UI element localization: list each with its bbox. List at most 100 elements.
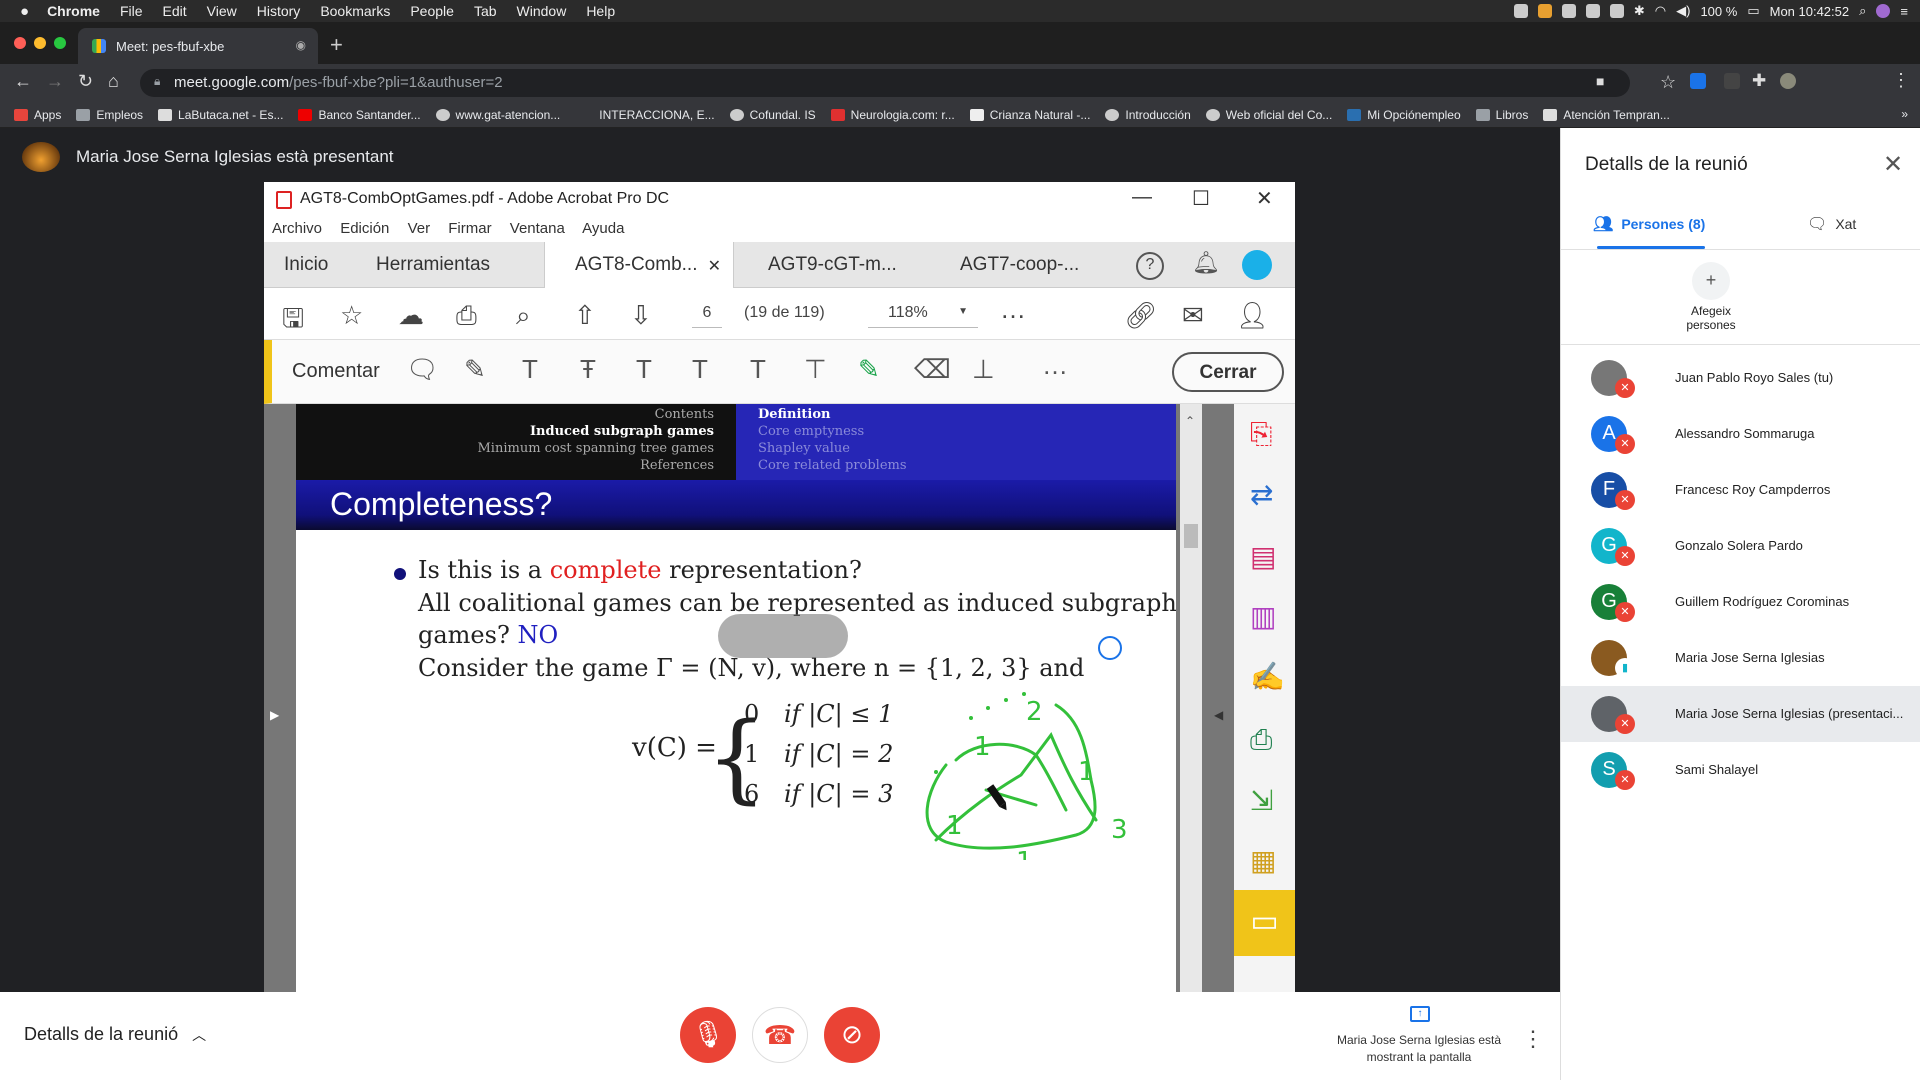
participant-row[interactable]: S ✕ Sami Shalayel: [1561, 742, 1920, 798]
menu-people[interactable]: People: [410, 3, 454, 19]
battery-percent[interactable]: 100 %: [1700, 4, 1737, 19]
participant-row[interactable]: ✕ Maria Jose Serna Iglesias (presentaci..…: [1561, 686, 1920, 742]
reload-icon[interactable]: ↻: [78, 71, 93, 92]
bookmark-item[interactable]: Banco Santander...: [298, 108, 421, 122]
home-icon[interactable]: ⌂: [108, 71, 119, 92]
right-panel-toggle-icon[interactable]: ◀: [1214, 708, 1223, 722]
spotlight-icon[interactable]: ⌕: [1859, 3, 1866, 19]
tab-inicio[interactable]: Inicio: [284, 242, 328, 288]
acrobat-menu-archivo[interactable]: Archivo: [272, 220, 322, 237]
menu-view[interactable]: View: [207, 3, 237, 19]
help-icon[interactable]: ?: [1136, 252, 1164, 280]
acrobat-menu-ver[interactable]: Ver: [408, 220, 431, 237]
eraser-icon[interactable]: ⌫: [914, 354, 951, 385]
bookmark-item[interactable]: LaButaca.net - Es...: [158, 108, 283, 122]
upload-cloud-icon[interactable]: ☁: [398, 300, 424, 331]
present-screen-icon[interactable]: ↑: [1410, 1006, 1430, 1022]
bluetooth-icon[interactable]: ✱: [1634, 3, 1645, 19]
presenting-status-text[interactable]: Maria Jose Serna Iglesias està mostrant …: [1334, 1032, 1504, 1066]
zoom-window-button[interactable]: [54, 37, 66, 49]
page-up-icon[interactable]: ⇧: [574, 300, 596, 331]
scrollbar-thumb[interactable]: [1184, 524, 1198, 548]
tab-document[interactable]: AGT7-coop-...: [960, 242, 1079, 288]
annotation-marker-icon[interactable]: [1098, 636, 1122, 660]
bookmark-apps[interactable]: Apps: [14, 108, 61, 122]
menu-help[interactable]: Help: [586, 3, 615, 19]
tab-active-document[interactable]: AGT8-Comb... ✕: [544, 242, 734, 288]
browser-tab[interactable]: Meet: pes-fbuf-xbe ◉: [78, 28, 318, 64]
text-strikethrough-icon[interactable]: Ŧ: [580, 354, 596, 385]
acrobat-menu-ventana[interactable]: Ventana: [510, 220, 565, 237]
clock[interactable]: Mon 10:42:52: [1770, 4, 1850, 19]
bookmark-item[interactable]: Introducción: [1105, 108, 1191, 122]
participant-row[interactable]: G ✕ Gonzalo Solera Pardo: [1561, 518, 1920, 574]
minimize-window-button[interactable]: [34, 37, 46, 49]
sticky-note-icon[interactable]: 🗨︎: [406, 354, 439, 385]
star-icon[interactable]: ☆: [340, 300, 363, 331]
close-tab-icon[interactable]: ✕: [708, 256, 721, 276]
extensions-puzzle-icon[interactable]: ✚: [1752, 71, 1766, 91]
camera-off-button[interactable]: ⊘: [824, 1007, 880, 1063]
page-number-input[interactable]: 6: [692, 300, 722, 328]
mic-off-button[interactable]: 🎙︎: [680, 1007, 736, 1063]
recording-dot-icon[interactable]: ◉: [296, 38, 306, 52]
volume-icon[interactable]: ◀): [1676, 3, 1690, 19]
participant-row[interactable]: ✕ Juan Pablo Royo Sales (tu): [1561, 350, 1920, 406]
status-icon[interactable]: [1561, 4, 1576, 18]
chrome-menu-icon[interactable]: ⋮: [1892, 70, 1910, 91]
acrobat-menu-ayuda[interactable]: Ayuda: [582, 220, 624, 237]
participant-row[interactable]: G ✕ Guillem Rodríguez Corominas: [1561, 574, 1920, 630]
close-window-button[interactable]: [14, 37, 26, 49]
page-down-icon[interactable]: ⇩: [630, 300, 652, 331]
status-icon[interactable]: [1537, 4, 1552, 18]
send-for-review-icon[interactable]: ⎙: [1250, 724, 1272, 757]
acrobat-menu-firmar[interactable]: Firmar: [448, 220, 491, 237]
bookmark-item[interactable]: Cofundal. IS: [729, 108, 816, 122]
maximize-icon[interactable]: ☐: [1192, 186, 1210, 211]
more-options-icon[interactable]: …: [1042, 350, 1068, 381]
menu-edit[interactable]: Edit: [163, 3, 187, 19]
leave-call-button[interactable]: ☎: [752, 1007, 808, 1063]
menu-bookmarks[interactable]: Bookmarks: [320, 3, 390, 19]
bookmark-star-icon[interactable]: ☆: [1660, 72, 1676, 93]
tab-document[interactable]: AGT9-cGT-m...: [768, 242, 897, 288]
comment-panel-icon[interactable]: ▭: [1234, 890, 1295, 956]
participant-row[interactable]: A ✕ Alessandro Sommaruga: [1561, 406, 1920, 462]
bell-icon[interactable]: 🔔︎: [1192, 250, 1220, 276]
bookmark-item[interactable]: Neurologia.com: r...: [830, 108, 955, 122]
menu-history[interactable]: History: [257, 3, 301, 19]
tab-chat[interactable]: 🗨︎ Xat: [1807, 214, 1856, 234]
bookmark-item[interactable]: Atención Tempran...: [1543, 108, 1670, 122]
profile-avatar[interactable]: [1780, 73, 1796, 89]
zoom-select[interactable]: 118% ▼: [868, 300, 978, 328]
more-options-icon[interactable]: ⋮: [1522, 1026, 1544, 1052]
extension-icon[interactable]: [1690, 73, 1706, 89]
email-icon[interactable]: ✉: [1182, 300, 1204, 331]
bookmark-item[interactable]: Libros: [1475, 108, 1528, 122]
export-pdf-icon[interactable]: ⇄: [1250, 478, 1273, 511]
organize-pages-icon[interactable]: ▤: [1250, 540, 1276, 573]
text-underline-icon[interactable]: T: [522, 354, 538, 385]
save-icon[interactable]: 🖫: [282, 300, 304, 344]
notification-center-icon[interactable]: ≡: [1900, 4, 1908, 19]
back-icon[interactable]: ←: [14, 71, 32, 92]
bookmark-item[interactable]: INTERACCIONA, E...: [599, 108, 714, 122]
close-comment-button[interactable]: Cerrar: [1172, 352, 1284, 392]
wifi-icon[interactable]: ◠: [1655, 3, 1666, 19]
text-comment-icon[interactable]: T: [750, 354, 766, 385]
scroll-up-icon[interactable]: ⌃: [1185, 414, 1195, 428]
tab-people[interactable]: 👥︎ Persones (8): [1593, 214, 1705, 234]
highlight-icon[interactable]: ✎: [464, 354, 486, 385]
bookmark-item[interactable]: www.gat-atencion...: [435, 108, 560, 122]
forward-icon[interactable]: →: [46, 71, 64, 92]
new-tab-button[interactable]: +: [330, 32, 343, 58]
participant-row[interactable]: ▮ Maria Jose Serna Iglesias: [1561, 630, 1920, 686]
print-icon[interactable]: ⎙: [456, 300, 477, 332]
pencil-draw-icon[interactable]: ✎: [858, 354, 880, 385]
apple-icon[interactable]: ●: [20, 3, 29, 20]
replace-text-icon[interactable]: T: [636, 354, 652, 385]
insert-text-icon[interactable]: T: [692, 354, 708, 385]
stamp-icon[interactable]: ⊥: [972, 354, 995, 385]
fill-sign-icon[interactable]: ✍: [1250, 660, 1285, 693]
tab-herramientas[interactable]: Herramientas: [376, 242, 490, 288]
